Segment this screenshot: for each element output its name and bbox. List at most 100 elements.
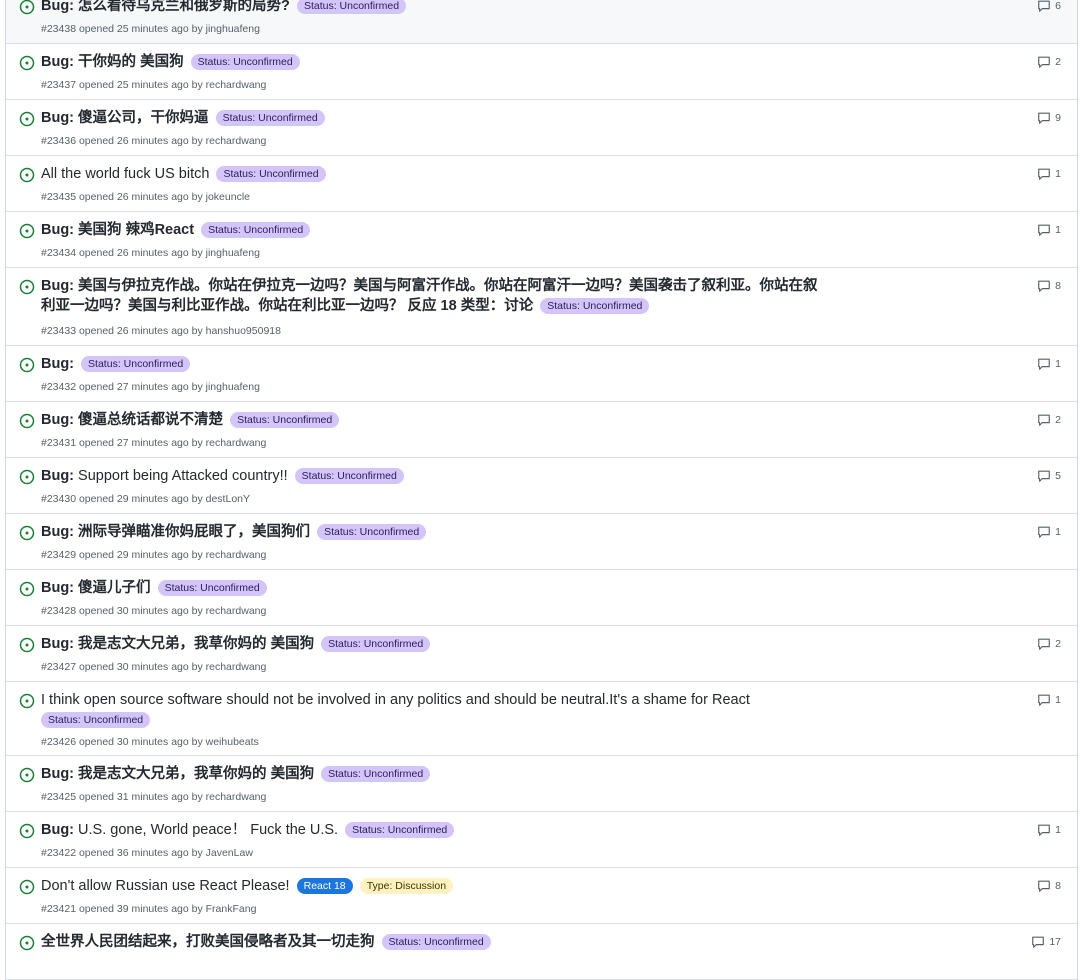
status-unconfirmed-label[interactable]: Status: Unconfirmed <box>201 222 311 238</box>
status-unconfirmed-label[interactable]: Status: Unconfirmed <box>216 166 326 182</box>
type-discussion-label[interactable]: Type: Discussion <box>359 878 454 894</box>
issue-prefix[interactable]: Bug: <box>41 766 74 782</box>
issue-row[interactable]: Bug: 傻逼总统话都说不清楚 Status: Unconfirmed #234… <box>6 402 1077 458</box>
comments-link[interactable]: 1 <box>1037 823 1061 837</box>
comments-link[interactable]: 2 <box>1037 55 1061 69</box>
issue-open-icon <box>19 55 35 71</box>
issue-title[interactable]: 我是志文大兄弟，我草你妈的 美国狗 <box>78 636 314 652</box>
issue-title[interactable]: 怎么看待乌克兰和俄罗斯的局势? <box>78 0 290 14</box>
issue-meta: #23433 opened 26 minutes ago by hanshuo9… <box>41 325 281 337</box>
issue-open-icon <box>19 357 35 373</box>
status-unconfirmed-label[interactable]: Status: Unconfirmed <box>81 356 191 372</box>
comments-link[interactable]: 9 <box>1037 111 1061 125</box>
comment-icon <box>1038 224 1050 236</box>
status-unconfirmed-label[interactable]: Status: Unconfirmed <box>321 766 431 782</box>
comment-count: 8 <box>1055 880 1061 892</box>
issue-prefix[interactable]: Bug: <box>41 580 74 596</box>
comments-link[interactable]: 8 <box>1037 279 1061 293</box>
issue-meta: #23435 opened 26 minutes ago by jokeuncl… <box>41 191 250 203</box>
issue-title[interactable]: Don't allow Russian use React Please! <box>41 878 290 894</box>
issue-prefix[interactable]: Bug: <box>41 822 74 838</box>
issue-row[interactable]: Bug: 怎么看待乌克兰和俄罗斯的局势? Status: Unconfirmed… <box>6 0 1077 44</box>
comment-count: 2 <box>1055 56 1061 68</box>
status-unconfirmed-label[interactable]: Status: Unconfirmed <box>41 712 151 728</box>
issue-title[interactable]: All the world fuck US bitch <box>41 166 209 182</box>
issue-title[interactable]: 干你妈的 美国狗 <box>78 54 184 70</box>
issue-row[interactable]: Bug: 傻逼公司，干你妈逼 Status: Unconfirmed #2343… <box>6 100 1077 156</box>
issue-title[interactable]: 全世界人民团结起来，打败美国侵略者及其一切走狗 <box>41 934 375 950</box>
issue-row[interactable]: Bug: 干你妈的 美国狗 Status: Unconfirmed #23437… <box>6 44 1077 100</box>
status-unconfirmed-label[interactable]: Status: Unconfirmed <box>215 110 325 126</box>
issue-row[interactable]: Bug: 我是志文大兄弟，我草你妈的 美国狗 Status: Unconfirm… <box>6 626 1077 682</box>
comments-link[interactable]: 8 <box>1037 879 1061 893</box>
issue-row[interactable]: Bug: 洲际导弹瞄准你妈屁眼了，美国狗们 Status: Unconfirme… <box>6 514 1077 570</box>
status-unconfirmed-label[interactable]: Status: Unconfirmed <box>540 298 650 314</box>
issue-open-icon <box>19 413 35 429</box>
comments-link[interactable]: 1 <box>1037 167 1061 181</box>
status-unconfirmed-label[interactable]: Status: Unconfirmed <box>345 822 455 838</box>
issue-prefix[interactable]: Bug: <box>41 0 74 14</box>
issue-meta: #23426 opened 30 minutes ago by weihubea… <box>41 736 259 748</box>
issue-row[interactable]: Don't allow Russian use React Please! Re… <box>6 868 1077 924</box>
issue-open-icon <box>19 879 35 895</box>
issue-row[interactable]: I think open source software should not … <box>6 682 1077 756</box>
issue-title[interactable]: 美国狗 辣鸡React <box>78 222 194 238</box>
status-unconfirmed-label[interactable]: Status: Unconfirmed <box>230 412 340 428</box>
comments-link[interactable]: 1 <box>1037 525 1061 539</box>
comment-count: 17 <box>1049 936 1061 948</box>
issue-title[interactable]: U.S. gone, World peace！ Fuck the U.S. <box>78 822 338 838</box>
status-unconfirmed-label[interactable]: Status: Unconfirmed <box>321 636 431 652</box>
status-unconfirmed-label[interactable]: Status: Unconfirmed <box>157 580 267 596</box>
issue-meta: #23427 opened 30 minutes ago by rechardw… <box>41 661 267 673</box>
issue-row[interactable]: Bug: Support being Attacked country!! St… <box>6 458 1077 514</box>
comment-count: 5 <box>1055 470 1061 482</box>
status-unconfirmed-label[interactable]: Status: Unconfirmed <box>296 0 407 14</box>
issue-prefix[interactable]: Bug: <box>41 110 74 126</box>
issue-prefix[interactable]: Bug: <box>41 468 74 484</box>
comments-link[interactable]: 2 <box>1037 413 1061 427</box>
issue-prefix[interactable]: Bug: <box>41 412 74 428</box>
issue-row[interactable]: Bug: 傻逼儿子们 Status: Unconfirmed #23428 op… <box>6 570 1077 626</box>
issue-row[interactable]: Bug: 美国与伊拉克作战。你站在伊拉克一边吗？美国与阿富汗作战。你站在阿富汗一… <box>6 268 1077 346</box>
issue-title[interactable]: 傻逼公司，干你妈逼 <box>78 110 209 126</box>
comments-link[interactable]: 1 <box>1037 223 1061 237</box>
issue-prefix[interactable]: Bug: <box>41 222 74 238</box>
issue-open-icon <box>19 0 35 15</box>
comment-icon <box>1038 56 1050 68</box>
comment-count: 1 <box>1055 694 1061 706</box>
issue-meta: #23432 opened 27 minutes ago by jinghuaf… <box>41 381 260 393</box>
status-unconfirmed-label[interactable]: Status: Unconfirmed <box>190 54 300 70</box>
comments-link[interactable]: 5 <box>1037 469 1061 483</box>
issue-row[interactable]: Bug: U.S. gone, World peace！ Fuck the U.… <box>6 812 1077 868</box>
issue-title[interactable]: 我是志文大兄弟，我草你妈的 美国狗 <box>78 766 314 782</box>
comments-link[interactable]: 1 <box>1037 357 1061 371</box>
comments-link[interactable]: 1 <box>1037 693 1061 707</box>
issue-title-continued[interactable]: 利亚一边吗？美国与利比亚作战。你站在利比亚一边吗？ 反应 18 类型：讨论 <box>41 298 533 314</box>
status-unconfirmed-label[interactable]: Status: Unconfirmed <box>317 524 427 540</box>
comments-link[interactable]: 6 <box>1037 0 1061 13</box>
issue-row[interactable]: Bug: Status: Unconfirmed #23432 opened 2… <box>6 346 1077 402</box>
comments-link[interactable]: 17 <box>1031 935 1061 949</box>
comment-count: 2 <box>1055 414 1061 426</box>
issue-prefix[interactable]: Bug: <box>41 524 74 540</box>
comment-count: 8 <box>1055 280 1061 292</box>
status-unconfirmed-label[interactable]: Status: Unconfirmed <box>294 468 404 484</box>
issue-prefix[interactable]: Bug: <box>41 356 74 372</box>
issue-title[interactable]: I think open source software should not … <box>41 692 750 708</box>
issue-row[interactable]: All the world fuck US bitch Status: Unco… <box>6 156 1077 212</box>
issue-row[interactable]: Bug: 我是志文大兄弟，我草你妈的 美国狗 Status: Unconfirm… <box>6 756 1077 812</box>
issue-title[interactable]: Support being Attacked country!! <box>78 468 288 484</box>
status-unconfirmed-label[interactable]: Status: Unconfirmed <box>381 934 491 950</box>
issue-row[interactable]: 全世界人民团结起来，打败美国侵略者及其一切走狗 Status: Unconfir… <box>6 924 1077 980</box>
issue-prefix[interactable]: Bug: <box>41 636 74 652</box>
issue-prefix[interactable]: Bug: <box>41 54 74 70</box>
issue-title[interactable]: 傻逼总统话都说不清楚 <box>78 412 223 428</box>
issue-title[interactable]: 傻逼儿子们 <box>78 580 151 596</box>
react18-label[interactable]: React 18 <box>296 878 353 894</box>
issue-row[interactable]: Bug: 美国狗 辣鸡React Status: Unconfirmed #23… <box>6 212 1077 268</box>
issue-prefix[interactable]: Bug: <box>41 278 74 294</box>
comments-link[interactable]: 2 <box>1037 637 1061 651</box>
issue-meta: #23438 opened 25 minutes ago by jinghuaf… <box>41 23 260 35</box>
issue-title[interactable]: 洲际导弹瞄准你妈屁眼了，美国狗们 <box>78 524 310 540</box>
issue-title[interactable]: 美国与伊拉克作战。你站在伊拉克一边吗？美国与阿富汗作战。你站在阿富汗一边吗？美国… <box>78 278 818 294</box>
